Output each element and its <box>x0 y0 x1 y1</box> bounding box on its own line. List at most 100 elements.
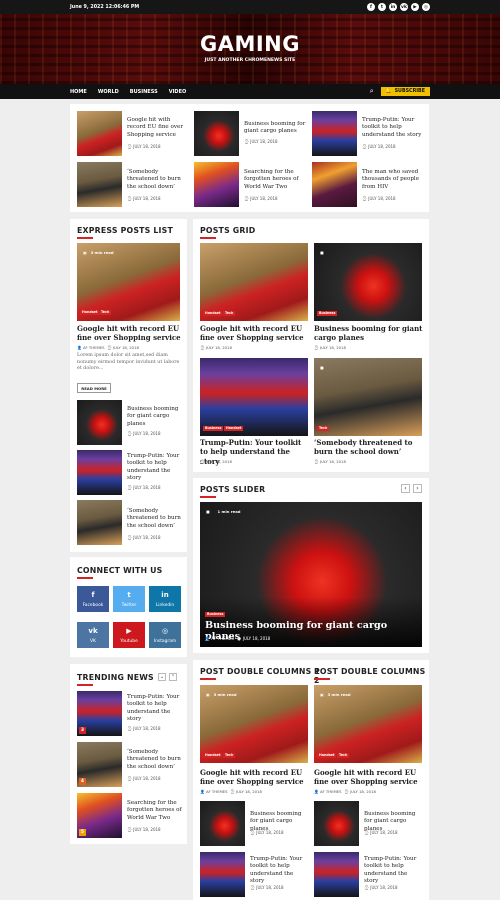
slider-prev-button[interactable]: ‹ <box>401 484 410 493</box>
instagram-icon[interactable]: ◎ <box>422 3 430 11</box>
instagram-link[interactable]: ◎ Instagram <box>149 622 181 648</box>
social-label: VK <box>90 638 96 644</box>
twitter-icon[interactable]: t <box>378 3 386 11</box>
site-title[interactable]: GAMING <box>0 32 500 56</box>
post-thumbnail[interactable]: 4 <box>77 742 122 787</box>
post-thumbnail[interactable] <box>314 852 359 897</box>
post-date: ⌚ JULY 18, 2018 <box>244 139 278 144</box>
post-thumbnail[interactable]: 5 <box>77 793 122 838</box>
post-title[interactable]: Google hit with record EU fine over Shop… <box>200 324 310 343</box>
tag-badge[interactable]: Tech <box>99 310 112 315</box>
title-underline <box>77 684 93 686</box>
tag-badge[interactable]: Tech <box>337 753 350 758</box>
post-title[interactable]: Google hit with record EU fine over Shop… <box>77 324 185 343</box>
post-title[interactable]: Google hit with record EU fine over Shop… <box>200 768 310 787</box>
post-title[interactable]: ‘Somebody threatened to burn the school … <box>314 438 424 457</box>
slide-meta: 👤 AF THEMES ⌚ JULY 18, 2018 <box>205 636 271 641</box>
post-thumbnail[interactable] <box>77 111 122 156</box>
post-title[interactable]: Trump-Putin: Your toolkit to help unders… <box>127 694 183 724</box>
post-thumbnail[interactable] <box>194 111 239 156</box>
post-thumbnail[interactable] <box>77 162 122 207</box>
post-thumbnail[interactable] <box>77 500 122 545</box>
post-thumbnail[interactable] <box>312 111 357 156</box>
post-thumbnail[interactable] <box>194 162 239 207</box>
current-datetime: June 9, 2022 12:06:46 PM <box>70 4 140 10</box>
subscribe-button[interactable]: 🔔 SUBSCRIBE <box>380 87 430 96</box>
post-image[interactable]: ■ Tech <box>314 358 422 436</box>
post-date: ⌚ JULY 18, 2018 <box>127 726 161 731</box>
read-more-button[interactable]: READ MORE <box>77 383 111 393</box>
tag-badge[interactable]: Handset <box>203 311 223 316</box>
post-title[interactable]: Trump-Putin: Your toolkit to help unders… <box>127 453 183 483</box>
post-image[interactable]: ▣ 3 min read Handset Tech <box>314 685 422 763</box>
post-date: ⌚ JULY 18, 2018 <box>127 535 161 540</box>
tag-badge[interactable]: Tech <box>317 426 330 431</box>
twitter-link[interactable]: t Twitter <box>113 586 145 612</box>
nav-home[interactable]: HOME <box>70 89 87 95</box>
post-thumbnail[interactable] <box>200 801 245 846</box>
tag-badge[interactable]: Business <box>203 426 224 431</box>
slider-next-button[interactable]: › <box>413 484 422 493</box>
post-thumbnail[interactable] <box>77 400 122 445</box>
post-date: ⌚ JULY 18, 2018 <box>244 196 278 201</box>
vk-link[interactable]: vk VK <box>77 622 109 648</box>
title-underline <box>200 496 216 498</box>
post-thumbnail[interactable]: 3 <box>77 691 122 736</box>
tag-badge[interactable]: Business <box>205 612 226 617</box>
tag-badge[interactable]: Handset <box>203 753 223 758</box>
read-time: ■ 1 min read <box>206 509 241 514</box>
tag-badge[interactable]: Handset <box>317 753 337 758</box>
post-image[interactable]: Handset Tech <box>200 243 308 321</box>
tag-badge[interactable]: Tech <box>223 311 236 316</box>
post-title[interactable]: Trump-Putin: Your toolkit to help unders… <box>362 117 424 139</box>
post-thumbnail[interactable] <box>312 162 357 207</box>
post-date: ⌚ JULY 18, 2018 <box>127 827 161 832</box>
trending-up-button[interactable]: ⌃ <box>169 673 177 681</box>
post-title[interactable]: ‘Somebody threatened to burn the school … <box>127 508 183 530</box>
post-title[interactable]: Searching for the forgotten heroes of Wo… <box>244 169 306 191</box>
nav-business[interactable]: BUSINESS <box>130 89 158 95</box>
post-thumbnail[interactable] <box>77 450 122 495</box>
post-title[interactable]: Business booming for giant cargo planes <box>314 324 424 343</box>
post-title[interactable]: ‘Somebody threatened to burn the school … <box>127 169 189 191</box>
vk-icon[interactable]: vk <box>400 3 408 11</box>
trending-down-button[interactable]: ⌄ <box>158 673 166 681</box>
bell-icon: 🔔 <box>385 89 392 94</box>
post-image[interactable]: ▣ 3 min read Handset Tech <box>77 243 180 321</box>
top-social-links: f t in vk ▶ ◎ <box>367 3 430 11</box>
tag-badge[interactable]: Handset <box>80 310 100 315</box>
post-title[interactable]: Trump-Putin: Your toolkit to help unders… <box>250 856 308 886</box>
post-excerpt: Lorem ipsum dolor sit amet,sed diam nonu… <box>77 353 180 372</box>
main-nav: HOME WORLD BUSINESS VIDEO ⌕ 🔔 SUBSCRIBE <box>0 84 500 99</box>
post-title[interactable]: Business booming for giant cargo planes <box>244 121 306 136</box>
facebook-link[interactable]: f Facebook <box>77 586 109 612</box>
post-title[interactable]: Google hit with record EU fine over Shop… <box>314 768 424 787</box>
post-title[interactable]: Business booming for giant cargo planes <box>127 406 183 428</box>
post-thumbnail[interactable] <box>314 801 359 846</box>
widget-title: POSTS GRID <box>200 226 256 235</box>
facebook-icon[interactable]: f <box>367 3 375 11</box>
post-thumbnail[interactable] <box>200 852 245 897</box>
linkedin-icon[interactable]: in <box>389 3 397 11</box>
slide-image[interactable]: ■ 1 min read Business Business booming f… <box>200 502 422 647</box>
tag-badge[interactable]: Tech <box>223 753 236 758</box>
post-title[interactable]: Google hit with record EU fine over Shop… <box>127 117 189 139</box>
post-title[interactable]: ‘Somebody threatened to burn the school … <box>127 749 183 771</box>
nav-world[interactable]: WORLD <box>98 89 119 95</box>
post-title[interactable]: Trump-Putin: Your toolkit to help unders… <box>364 856 422 886</box>
post-meta: 👤 AF THEMES ⌚ JULY 18, 2018 <box>77 345 139 350</box>
linkedin-link[interactable]: in Linkedin <box>149 586 181 612</box>
youtube-icon[interactable]: ▶ <box>411 3 419 11</box>
post-image[interactable]: Business Handset <box>200 358 308 436</box>
post-title[interactable]: The man who saved thousands of people fr… <box>362 169 424 191</box>
post-image[interactable]: ■ Business <box>314 243 422 321</box>
tag-badge[interactable]: Business <box>317 311 338 316</box>
search-icon[interactable]: ⌕ <box>370 87 374 96</box>
vk-icon: vk <box>88 626 98 635</box>
nav-video[interactable]: VIDEO <box>169 89 187 95</box>
youtube-link[interactable]: ▶ Youtube <box>113 622 145 648</box>
post-date: ⌚ JULY 18, 2018 <box>127 776 161 781</box>
tag-badge[interactable]: Handset <box>224 426 244 431</box>
post-title[interactable]: Searching for the forgotten heroes of Wo… <box>127 800 183 822</box>
post-image[interactable]: ▣ 3 min read Handset Tech <box>200 685 308 763</box>
